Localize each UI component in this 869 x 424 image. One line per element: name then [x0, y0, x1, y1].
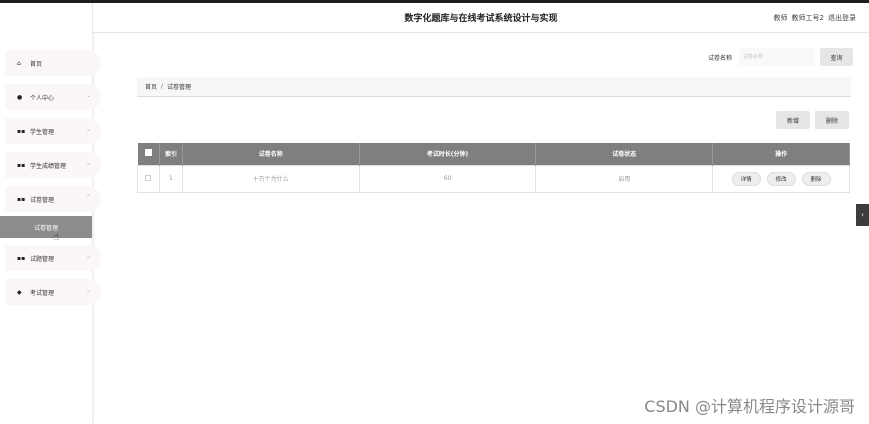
breadcrumb-current: 试卷管理	[167, 84, 192, 91]
grid-icon: ▪▪	[17, 254, 26, 262]
sidebar-item-label: 试题管理	[30, 255, 55, 263]
select-all-checkbox[interactable]	[144, 149, 152, 157]
table-header-row: 索引 试卷名称 考试时长(分钟) 试卷状态 操作	[137, 143, 850, 165]
location-pin-icon: ◆	[17, 288, 22, 296]
sidebar-item-label: 考试管理	[30, 289, 55, 297]
grid-icon: ▪▪	[17, 195, 26, 203]
edit-button[interactable]: 修改	[766, 171, 796, 186]
add-button[interactable]: 新增	[776, 111, 810, 129]
app-title: 数字化题库与在线考试系统设计与实现	[404, 14, 558, 24]
column-header-duration: 考试时长(分钟)	[359, 143, 537, 165]
search-input[interactable]	[739, 48, 815, 66]
row-delete-button[interactable]: 删除	[801, 171, 831, 186]
cell-index: 1	[158, 164, 183, 193]
sidebar-item-label: 试卷管理	[30, 196, 55, 204]
cell-status: 启用	[535, 164, 714, 193]
grid-icon: ▪▪	[17, 127, 26, 135]
cell-name: 十万个为什么	[181, 164, 360, 193]
collapse-handle[interactable]: ‹	[856, 204, 869, 226]
breadcrumb-home[interactable]: 首页	[145, 82, 157, 91]
delete-button[interactable]: 删除	[815, 111, 849, 129]
column-header-actions: 操作	[712, 143, 850, 165]
sidebar-item-grade-management[interactable]: ▪▪ 学生成绩管理 ⌄	[5, 152, 101, 178]
sidebar-item-label: 学生管理	[30, 128, 55, 136]
sidebar-item-exam-management[interactable]: ◆ 考试管理 ⌄	[5, 279, 101, 305]
search-label: 试卷名称	[708, 55, 733, 62]
search-button[interactable]: 查询	[820, 48, 853, 66]
logout-link[interactable]: 退出登录	[828, 14, 856, 22]
cell-actions: 详情 修改 删除	[712, 164, 850, 193]
cell-duration: 60	[358, 164, 537, 193]
column-header-name: 试卷名称	[182, 143, 360, 165]
table-row: 1 十万个为什么 60 启用 详情 修改 删除	[137, 164, 850, 193]
chevron-down-icon: ⌄	[85, 92, 91, 99]
sidebar-item-student-management[interactable]: ▪▪ 学生管理 ⌄	[5, 118, 101, 144]
user-icon: ●	[17, 93, 23, 101]
chevron-left-icon: ‹	[861, 211, 864, 219]
breadcrumb-separator: /	[161, 83, 164, 90]
chevron-up-icon: ⌃	[85, 194, 91, 201]
header: 数字化题库与在线考试系统设计与实现 教师 教师工号2 退出登录	[93, 3, 869, 33]
username: 教师工号2	[791, 14, 824, 22]
paper-table: 索引 试卷名称 考试时长(分钟) 试卷状态 操作 1 十万个为什么 60 启用 …	[137, 143, 850, 193]
user-role: 教师	[773, 14, 788, 22]
grid-icon: ▪▪	[17, 161, 26, 169]
sidebar-item-label: 学生成绩管理	[30, 162, 67, 170]
sidebar-item-paper-management[interactable]: ▪▪ 试卷管理 ⌃	[5, 186, 101, 212]
row-checkbox[interactable]	[145, 174, 152, 181]
chevron-down-icon: ⌄	[85, 160, 91, 167]
sidebar-subitem-paper-management[interactable]: 试卷管理	[0, 216, 92, 238]
user-info: 教师 教师工号2 退出登录	[770, 13, 856, 23]
chevron-down-icon: ⌄	[85, 253, 91, 260]
column-header-index: 索引	[159, 143, 183, 165]
detail-button[interactable]: 详情	[731, 171, 761, 186]
chevron-down-icon: ⌄	[85, 287, 91, 294]
hand-cursor-icon: ☝	[53, 232, 60, 243]
sidebar-item-home[interactable]: ⌂ 首页	[5, 50, 101, 76]
home-icon: ⌂	[17, 59, 21, 67]
watermark: CSDN @计算机程序设计源哥	[644, 397, 855, 416]
sidebar-item-label: 首页	[30, 60, 43, 68]
sidebar: ⌂ 首页 ● 个人中心 ⌄ ▪▪ 学生管理 ⌄ ▪▪ 学生成绩管理 ⌄ ▪▪ 试…	[0, 3, 101, 424]
chevron-down-icon: ⌄	[85, 126, 91, 133]
sidebar-item-personal-center[interactable]: ● 个人中心 ⌄	[5, 84, 101, 110]
sidebar-item-label: 个人中心	[30, 94, 55, 102]
select-all-checkbox-cell[interactable]	[137, 143, 160, 165]
breadcrumb: 首页 / 试卷管理	[137, 77, 851, 97]
column-header-status: 试卷状态	[535, 143, 714, 165]
sidebar-item-question-management[interactable]: ▪▪ 试题管理 ⌄	[5, 245, 101, 271]
row-checkbox-cell[interactable]	[137, 164, 160, 193]
